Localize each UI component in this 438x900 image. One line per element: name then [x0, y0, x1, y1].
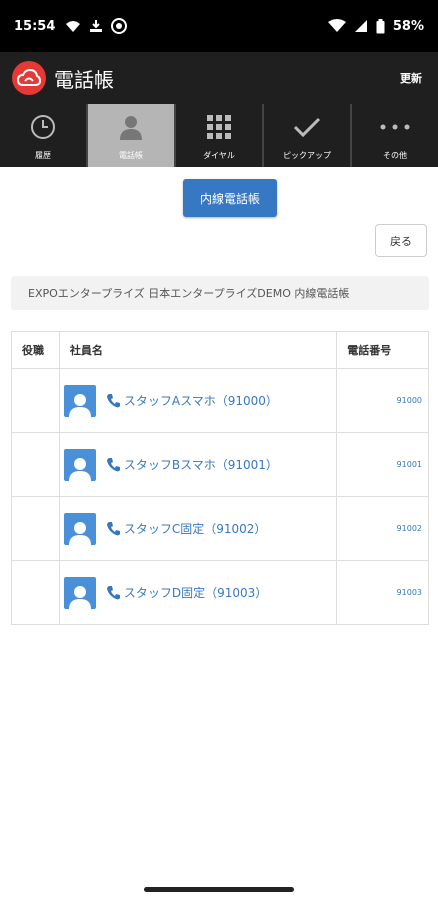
- role-cell: [11, 496, 60, 561]
- name-cell: スタッフD固定（91003）: [58, 560, 338, 625]
- role-cell: [11, 368, 60, 433]
- clock-icon: [30, 112, 56, 142]
- table-row: スタッフD固定（91003） 91003: [11, 560, 429, 625]
- dialpad-icon: [206, 112, 232, 142]
- signal-icon: [354, 20, 367, 32]
- notification-icon: [111, 18, 128, 34]
- extension-directory-button[interactable]: 内線電話帳: [183, 179, 277, 217]
- header-name: 社員名: [58, 331, 338, 369]
- wifi-hotspot-icon: [66, 21, 81, 32]
- tab-dial[interactable]: ダイヤル: [176, 104, 264, 167]
- breadcrumb: EXPOエンタープライズ 日本エンタープライズDEMO 内線電話帳: [11, 276, 429, 310]
- avatar: [63, 448, 96, 481]
- download-icon: [90, 20, 103, 32]
- table-header-row: 役職 社員名 電話番号: [11, 331, 429, 369]
- contacts-table: 役職 社員名 電話番号 スタッフAスマホ（91000） 91000 スタッフBス…: [11, 331, 429, 625]
- table-row: スタッフC固定（91002） 91002: [11, 496, 429, 561]
- contact-name-link[interactable]: スタッフAスマホ（91000）: [124, 392, 278, 409]
- tab-pickup[interactable]: ピックアップ: [264, 104, 352, 167]
- tab-phonebook[interactable]: 電話帳: [88, 104, 176, 167]
- table-row: スタッフAスマホ（91000） 91000: [11, 368, 429, 433]
- tab-label: 電話帳: [119, 151, 143, 160]
- tab-label: ピックアップ: [283, 151, 331, 160]
- more-icon: [380, 112, 410, 142]
- role-cell: [11, 560, 60, 625]
- back-button[interactable]: 戻る: [375, 224, 427, 257]
- tab-more[interactable]: その他: [352, 104, 438, 167]
- contact-name-link[interactable]: スタッフC固定（91002）: [124, 520, 267, 537]
- status-icons: [65, 18, 128, 34]
- tab-label: 履歴: [35, 151, 51, 160]
- app-bar: 電話帳 更新: [0, 52, 438, 104]
- avatar: [63, 576, 96, 609]
- status-bar: 15:54 58%: [0, 0, 438, 52]
- page-title: 電話帳: [54, 67, 114, 92]
- tab-bar: 履歴 電話帳 ダイヤル ピックアップ その他: [0, 104, 438, 167]
- phone-icon: [106, 457, 120, 471]
- phone-number-link[interactable]: 91003: [336, 560, 429, 625]
- tab-label: その他: [383, 151, 407, 160]
- home-indicator[interactable]: [144, 887, 294, 892]
- phone-icon: [106, 393, 120, 407]
- phone-icon: [106, 521, 120, 535]
- battery-icon: [376, 18, 385, 33]
- check-icon: [293, 112, 321, 142]
- app-logo-icon: [12, 61, 46, 95]
- avatar: [63, 512, 96, 545]
- wifi-icon: [327, 19, 346, 32]
- refresh-button[interactable]: 更新: [400, 70, 422, 86]
- person-icon: [118, 112, 144, 142]
- name-cell: スタッフC固定（91002）: [58, 496, 338, 561]
- table-row: スタッフBスマホ（91001） 91001: [11, 432, 429, 497]
- name-cell: スタッフAスマホ（91000）: [58, 368, 338, 433]
- phone-number-link[interactable]: 91001: [336, 432, 429, 497]
- battery-percent: 58%: [392, 18, 424, 34]
- phone-icon: [106, 585, 120, 599]
- tab-label: ダイヤル: [203, 151, 235, 160]
- header-number: 電話番号: [336, 331, 429, 369]
- status-time: 15:54: [14, 18, 56, 34]
- contact-name-link[interactable]: スタッフBスマホ（91001）: [124, 456, 278, 473]
- phone-number-link[interactable]: 91000: [336, 368, 429, 433]
- role-cell: [11, 432, 60, 497]
- avatar: [63, 384, 96, 417]
- contact-name-link[interactable]: スタッフD固定（91003）: [124, 584, 267, 601]
- name-cell: スタッフBスマホ（91001）: [58, 432, 338, 497]
- header-role: 役職: [11, 331, 60, 369]
- tab-history[interactable]: 履歴: [0, 104, 88, 167]
- phone-number-link[interactable]: 91002: [336, 496, 429, 561]
